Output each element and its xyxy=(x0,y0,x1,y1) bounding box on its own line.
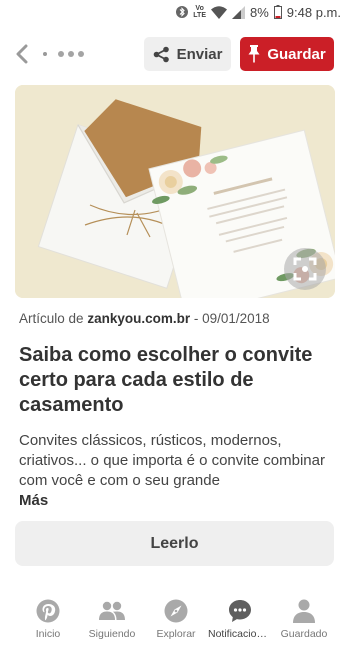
expand-icon xyxy=(293,257,317,281)
battery-percent: 8% xyxy=(250,4,269,20)
nav-label: Explorar xyxy=(156,628,196,640)
more-options-button[interactable] xyxy=(58,45,84,63)
pin-icon xyxy=(248,45,260,63)
article-title: Saiba como escolher o convite certo para… xyxy=(19,344,313,416)
send-button[interactable]: Enviar xyxy=(144,37,231,71)
person-icon xyxy=(291,598,317,624)
compass-icon xyxy=(163,598,189,624)
meta-prefix: Artículo de xyxy=(19,311,84,326)
nav-item-following[interactable]: Siguiendo xyxy=(82,598,142,650)
send-label: Enviar xyxy=(176,45,223,63)
nav-item-notifications[interactable]: Notificaciones xyxy=(208,598,272,650)
article-date: - 09/01/2018 xyxy=(193,311,270,326)
nav-label: Inicio xyxy=(35,628,61,640)
nav-label: Notificaciones xyxy=(208,628,272,640)
bottom-navigation: Inicio Siguiendo Explorar Notificaciones… xyxy=(0,598,349,650)
top-toolbar: Enviar Guardar xyxy=(0,33,349,75)
more-dot-icon xyxy=(68,51,74,57)
save-label: Guardar xyxy=(267,45,326,63)
people-icon xyxy=(99,598,125,624)
battery-icon xyxy=(273,5,282,19)
clock: 9:48 p.m. xyxy=(286,4,341,20)
chevron-left-icon xyxy=(16,44,28,64)
save-button[interactable]: Guardar xyxy=(240,37,334,71)
bluetooth-icon xyxy=(176,5,189,19)
pinterest-icon xyxy=(35,598,61,624)
description-text: Convites clássicos, rústicos, modernos, … xyxy=(19,432,325,489)
back-button[interactable] xyxy=(10,42,34,66)
more-dot-icon xyxy=(58,51,64,57)
separator-dot xyxy=(43,52,47,56)
nav-label: Siguiendo xyxy=(88,628,136,640)
nav-item-home[interactable]: Inicio xyxy=(18,598,78,650)
volte-line1: Vo xyxy=(195,5,204,12)
chat-bubble-icon xyxy=(227,598,253,624)
article-description: Convites clássicos, rústicos, modernos, … xyxy=(19,431,337,511)
more-dot-icon xyxy=(78,51,84,57)
read-article-button[interactable]: Leerlo xyxy=(15,521,334,566)
share-icon xyxy=(153,46,169,62)
signal-icon xyxy=(232,5,245,19)
source-domain-link[interactable]: zankyou.com.br xyxy=(87,311,190,326)
article-image[interactable] xyxy=(15,85,335,298)
volte-line2: LTE xyxy=(193,12,206,19)
more-link[interactable]: Más xyxy=(19,491,337,511)
volte-indicator: Vo LTE xyxy=(193,5,206,19)
nav-item-saved[interactable]: Guardado xyxy=(274,598,334,650)
expand-image-button[interactable] xyxy=(284,248,326,290)
status-bar: Vo LTE 8% 9:48 p.m. xyxy=(0,0,349,24)
article-source-line: Artículo de zankyou.com.br - 09/01/2018 xyxy=(19,311,270,326)
wifi-icon xyxy=(211,5,227,19)
nav-item-explore[interactable]: Explorar xyxy=(146,598,206,650)
nav-label: Guardado xyxy=(280,628,328,640)
